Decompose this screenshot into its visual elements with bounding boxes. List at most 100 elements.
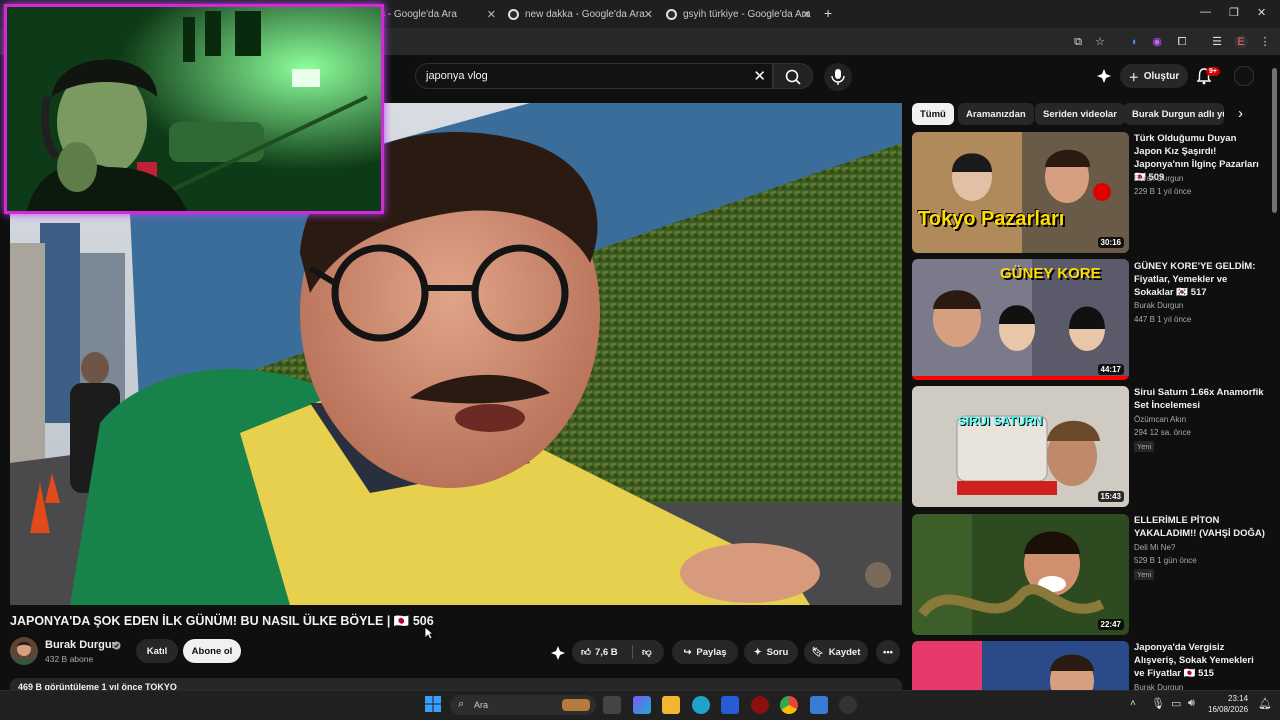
voice-search-button[interactable] bbox=[824, 63, 852, 91]
search-input[interactable]: japonya vlog bbox=[426, 70, 488, 82]
cast-icon[interactable]: ⧉ bbox=[1071, 35, 1085, 49]
clock-date: 16/08/2026 bbox=[1208, 705, 1249, 714]
gemini-sparkle-icon[interactable] bbox=[1096, 68, 1112, 84]
chevron-right-icon[interactable]: › bbox=[1238, 105, 1243, 122]
app-icon[interactable] bbox=[810, 696, 828, 714]
account-avatar[interactable] bbox=[1234, 66, 1254, 86]
clear-search-icon[interactable]: ✕ bbox=[753, 67, 766, 85]
rec-channel[interactable]: Burak Durgun bbox=[1134, 301, 1183, 310]
show-hidden-icons-icon[interactable]: ˄ bbox=[1130, 698, 1136, 709]
video-duration: 22:47 bbox=[1097, 619, 1124, 630]
browser-tab[interactable]: new dakka - Google'da Ara ✕ bbox=[508, 3, 653, 25]
thumbnail-caption: Tokyo Pazarları bbox=[918, 208, 1065, 230]
google-icon bbox=[666, 8, 677, 20]
verified-check-icon bbox=[112, 641, 121, 650]
chrome-icon[interactable] bbox=[780, 696, 798, 714]
save-label: Kaydet bbox=[828, 646, 861, 658]
app-icon[interactable] bbox=[839, 696, 857, 714]
extension-icon[interactable]: ◖ bbox=[1127, 35, 1141, 49]
rec-title[interactable]: ELLERİMLE PİTON YAKALADIM!! (VAHŞİ DOĞA) bbox=[1134, 514, 1266, 540]
rec-thumbnail[interactable]: Tokyo Pazarları 30:16 bbox=[912, 132, 1129, 253]
windows-start-icon[interactable] bbox=[425, 696, 441, 712]
tab-title: new dakka - Google'da Ara bbox=[525, 8, 645, 20]
save-button[interactable]: 🔖︎ Kaydet bbox=[804, 640, 868, 664]
volume-icon[interactable]: 🔊︎ bbox=[1188, 697, 1195, 710]
share-button[interactable]: ↪ Paylaş bbox=[672, 640, 738, 664]
task-view-icon[interactable] bbox=[603, 696, 621, 714]
dislike-button[interactable]: 👎︎ bbox=[642, 646, 652, 658]
microphone-icon[interactable]: 🎙︎ bbox=[1151, 697, 1165, 710]
video-duration: 44:17 bbox=[1097, 364, 1124, 375]
chip-from-series[interactable]: Seriden videolar bbox=[1035, 103, 1125, 125]
thumbnail-image bbox=[912, 514, 1129, 635]
close-window-icon[interactable]: ✕ bbox=[1257, 6, 1266, 19]
new-tab-button[interactable]: + bbox=[824, 5, 832, 21]
video-duration: 30:16 bbox=[1097, 237, 1124, 248]
like-button[interactable]: 👍︎ 7,6 B bbox=[581, 646, 618, 659]
rec-meta: 294 12 sa. önce bbox=[1134, 428, 1191, 437]
rec-thumbnail[interactable]: 22:47 bbox=[912, 514, 1129, 635]
join-button[interactable]: Katıl bbox=[136, 639, 178, 663]
like-dislike-group: 👍︎ 7,6 B 👎︎ bbox=[572, 640, 664, 664]
browser-tab[interactable]: gsyih türkiye - Google'da Ara ✕ bbox=[666, 3, 811, 25]
app-icon[interactable] bbox=[751, 696, 769, 714]
close-tab-icon[interactable]: ✕ bbox=[644, 8, 653, 21]
close-tab-icon[interactable]: ✕ bbox=[487, 8, 496, 21]
avatar-image bbox=[14, 641, 34, 665]
rec-thumbnail[interactable] bbox=[912, 641, 1129, 691]
ask-ai-sparkle-icon[interactable] bbox=[550, 645, 566, 661]
streamer-webcam-overlay bbox=[4, 4, 384, 214]
browser-tab[interactable]: ş - Google'da Ara ✕ bbox=[380, 3, 496, 25]
rec-thumbnail[interactable]: SIRUI SATURN 15:43 bbox=[912, 386, 1129, 507]
subscribe-label: Abone ol bbox=[191, 645, 233, 657]
bookmark-star-icon[interactable]: ☆ bbox=[1093, 35, 1107, 49]
network-icon[interactable]: ▭ bbox=[1171, 697, 1181, 710]
extension-icon[interactable]: ◉ bbox=[1150, 35, 1164, 49]
profile-icon[interactable]: E bbox=[1234, 35, 1248, 49]
rec-thumbnail[interactable]: GÜNEY KORE 44:17 bbox=[912, 259, 1129, 380]
file-explorer-icon[interactable] bbox=[662, 696, 680, 714]
rec-meta: 529 B 1 gün önce bbox=[1134, 556, 1197, 565]
close-tab-icon[interactable]: ✕ bbox=[802, 8, 811, 21]
more-actions-button[interactable]: ••• bbox=[876, 640, 900, 664]
subscribe-button[interactable]: Abone ol bbox=[183, 639, 241, 663]
tab-search-icon[interactable]: ☰ bbox=[1210, 35, 1224, 49]
rec-channel[interactable]: Burak Durgun bbox=[1134, 174, 1183, 183]
rec-meta: 229 B 1 yıl önce bbox=[1134, 187, 1192, 196]
channel-name[interactable]: Burak Durgun bbox=[45, 639, 118, 651]
search-button[interactable] bbox=[773, 63, 813, 89]
taskbar-search[interactable]: ⌕ Ara bbox=[450, 695, 596, 715]
share-label: Paylaş bbox=[696, 646, 727, 658]
copilot-icon[interactable] bbox=[633, 696, 651, 714]
rec-meta: 447 B 1 yıl önce bbox=[1134, 315, 1192, 324]
ask-button[interactable]: ✦ Soru bbox=[744, 640, 798, 664]
create-button[interactable]: ＋ Oluştur bbox=[1120, 64, 1188, 88]
taskbar-search-placeholder: Ara bbox=[474, 700, 489, 710]
scrollbar[interactable] bbox=[1272, 68, 1277, 213]
chip-channel-uploads[interactable]: Burak Durgun adlı yük bbox=[1124, 103, 1224, 125]
clock-time: 23:14 bbox=[1228, 694, 1249, 703]
thumbnail-caption: SIRUI SATURN bbox=[958, 414, 1043, 428]
restore-icon[interactable]: ❐ bbox=[1229, 6, 1239, 19]
chip-all[interactable]: Tümü bbox=[912, 103, 954, 125]
store-icon[interactable] bbox=[721, 696, 739, 714]
webcam-image bbox=[7, 7, 381, 211]
create-label: Oluştur bbox=[1143, 70, 1180, 82]
edge-icon[interactable] bbox=[692, 696, 710, 714]
minimize-icon[interactable]: — bbox=[1200, 6, 1211, 18]
taskbar-clock[interactable]: 23:14 16/08/2026 bbox=[1208, 693, 1248, 715]
rec-title[interactable]: GÜNEY KORE'YE GELDİM: Fiyatlar, Yemekler… bbox=[1134, 260, 1266, 299]
extensions-puzzle-icon[interactable]: ⧠ bbox=[1175, 35, 1189, 49]
subscriber-count: 432 B abone bbox=[45, 654, 94, 664]
search-box[interactable]: japonya vlog ✕ bbox=[415, 63, 773, 89]
video-title: JAPONYA'DA ŞOK EDEN İLK GÜNÜM! BU NASIL … bbox=[10, 614, 434, 628]
browser-menu-icon[interactable]: ⋮ bbox=[1258, 35, 1272, 49]
rec-title[interactable]: Sirui Saturn 1.66x Anamorfik Set İncelem… bbox=[1134, 386, 1266, 412]
rec-title[interactable]: Japonya'da Vergisiz Alışveriş, Sokak Yem… bbox=[1134, 641, 1266, 680]
rec-channel[interactable]: Özümcan Akın bbox=[1134, 415, 1186, 424]
notification-center-icon[interactable]: 🔔︎ bbox=[1258, 697, 1272, 710]
chip-from-search[interactable]: Aramanızdan bbox=[958, 103, 1034, 125]
tab-title: ş - Google'da Ara bbox=[380, 8, 457, 20]
rec-channel[interactable]: Deli Mi Ne? bbox=[1134, 543, 1175, 552]
channel-avatar[interactable] bbox=[10, 637, 38, 665]
